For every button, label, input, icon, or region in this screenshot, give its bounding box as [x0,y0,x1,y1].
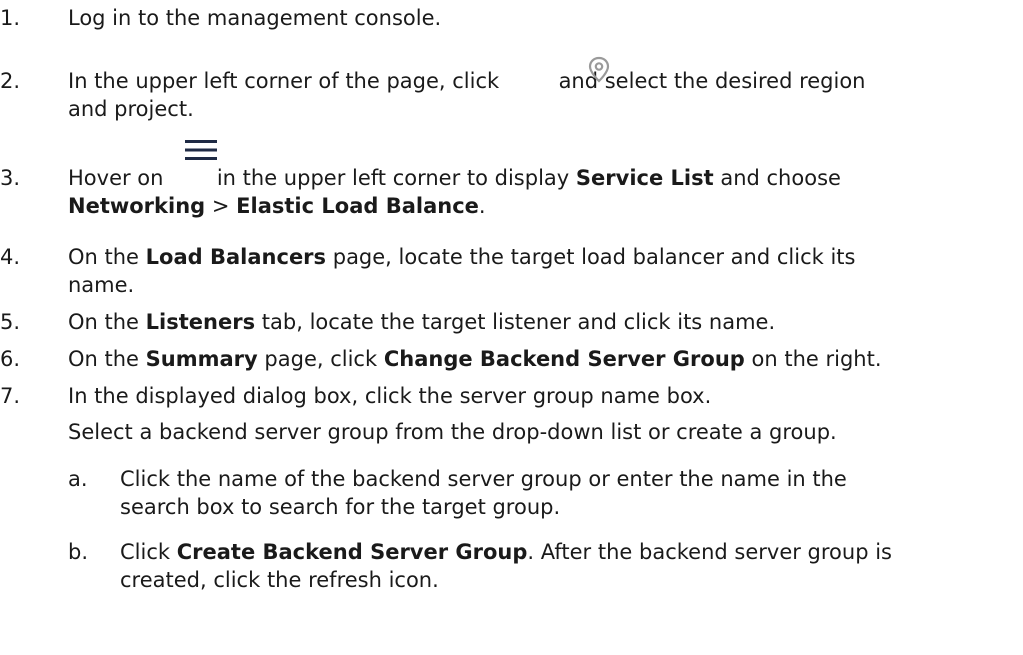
hamburger-menu-icon [185,140,217,160]
step-text: and choose [720,166,841,190]
step-number: 3. [0,166,21,190]
substep-letter: a. [68,467,88,491]
substep-letter: b. [68,540,89,564]
service-list-term: Service List [575,166,714,190]
step-text: Log in to the management console. [68,6,442,30]
step-text: Hover on [68,166,164,190]
step-text: in the upper left corner to display [216,166,570,190]
step-text: In the upper left corner of the page, cl… [68,69,500,93]
substep-text: Click the name of the backend server gro… [120,467,847,491]
substep-text: search box to search for the target grou… [120,495,561,519]
step-text: Select a backend server group from the d… [68,420,837,444]
substep-text: Click [120,540,171,564]
step-text: On the [68,310,139,334]
step-text: In the displayed dialog box, click the s… [68,384,712,408]
step-number: 7. [0,384,21,408]
change-backend-server-group-term: Change Backend Server Group [383,347,745,371]
networking-term: Networking [68,194,206,218]
step-text: and project. [68,97,194,121]
load-balancers-term: Load Balancers [145,245,327,269]
step-text: On the [68,347,139,371]
elastic-load-balance-term: Elastic Load Balance [236,194,479,218]
listeners-term: Listeners [145,310,256,334]
step-text: name. [68,273,135,297]
step-number: 4. [0,245,21,269]
step-number: 2. [0,69,21,93]
step-text: on the right. [751,347,882,371]
substep-text: . After the backend server group is [527,540,892,564]
create-backend-server-group-term: Create Backend Server Group [176,540,528,564]
step-text: tab, locate the target listener and clic… [261,310,776,334]
menu-separator: > [211,194,230,218]
step-number: 1. [0,6,21,30]
summary-term: Summary [145,347,258,371]
step-text: page, click [264,347,378,371]
step-number: 6. [0,347,21,371]
step-text: On the [68,245,139,269]
location-pin-icon [588,56,610,83]
step-number: 5. [0,310,21,334]
substep-text: created, click the refresh icon. [120,568,439,592]
step-text: page, locate the target load balancer an… [332,245,856,269]
